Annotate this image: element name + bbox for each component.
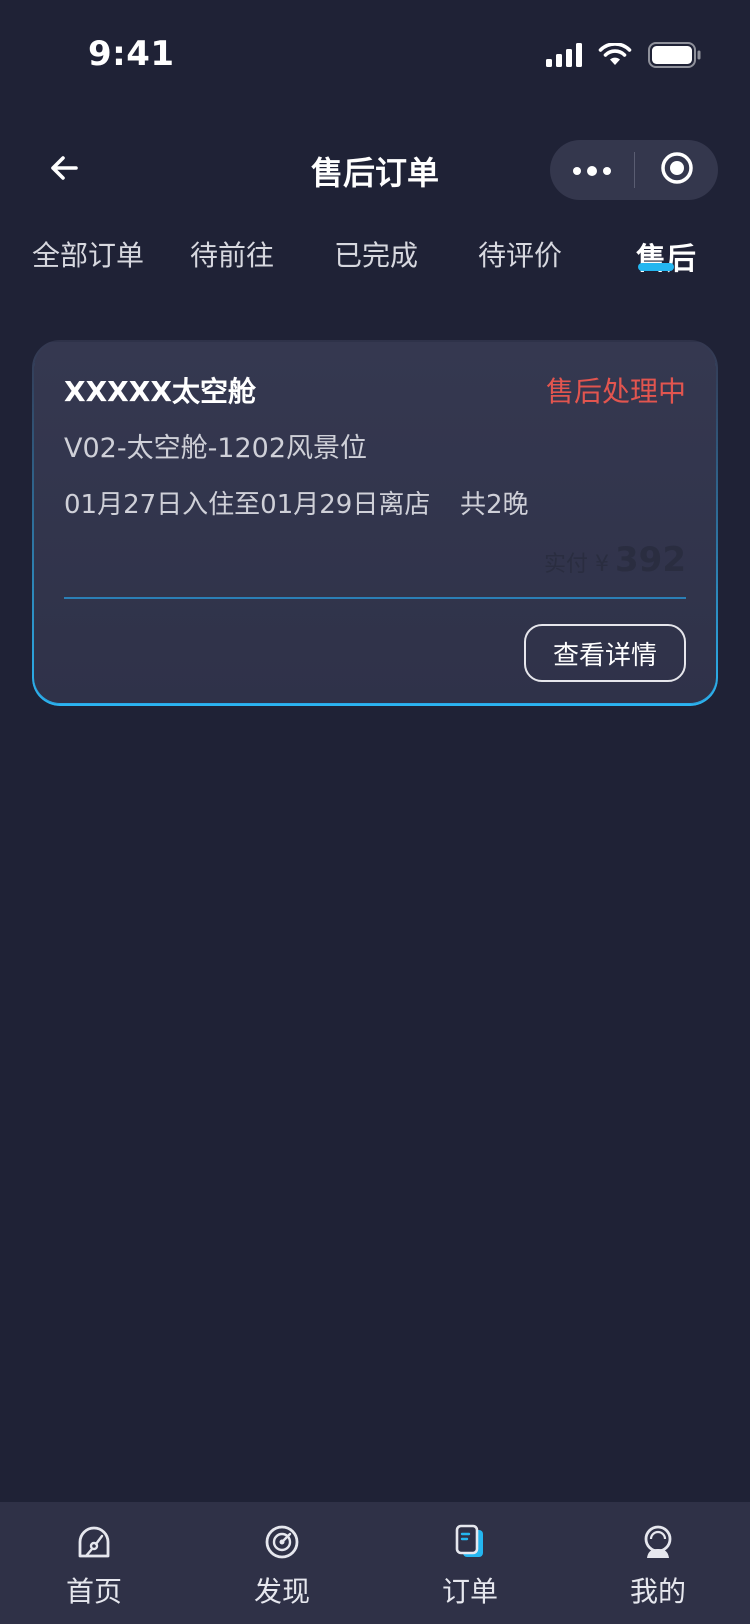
stay-nights: 共2晚 <box>460 490 529 520</box>
stay-dates: 01月27日入住至01月29日离店 <box>64 490 431 520</box>
tabbar-label-profile: 我的 <box>629 1575 686 1608</box>
status-bar: 9:41 <box>0 0 750 120</box>
tabbar-item-discover[interactable]: 发现 <box>222 1522 342 1610</box>
miniprogram-capsule <box>550 140 718 200</box>
room-name: V02-太空舱-1202风景位 <box>64 433 368 464</box>
order-tabs: 全部订单 待前往 已完成 待评价 售后 <box>0 230 750 294</box>
close-miniprogram-button[interactable] <box>635 140 718 200</box>
active-tab-indicator <box>638 263 674 271</box>
tabbar-label-home: 首页 <box>65 1575 122 1608</box>
wifi-icon <box>598 42 632 71</box>
status-time: 9:41 <box>88 34 175 74</box>
price-value: 392 <box>615 540 686 580</box>
tabbar-item-orders[interactable]: 订单 <box>410 1522 530 1610</box>
view-details-button[interactable]: 查看详情 <box>524 624 686 682</box>
battery-icon <box>648 42 702 72</box>
order-document-icon <box>450 1522 490 1562</box>
cellular-signal-icon <box>546 43 582 71</box>
more-dots-icon <box>572 161 612 180</box>
tab-completed[interactable]: 已完成 <box>334 234 418 274</box>
shop-name: XXXXX太空舱 <box>64 375 256 408</box>
tabbar-item-home[interactable]: 首页 <box>34 1522 154 1610</box>
tab-all-orders[interactable]: 全部订单 <box>32 234 144 274</box>
tabbar-label-orders: 订单 <box>441 1575 498 1608</box>
discover-radar-icon <box>262 1522 302 1562</box>
home-dashboard-icon <box>74 1522 114 1562</box>
order-status-badge: 售后处理中 <box>545 375 686 408</box>
target-circle-icon <box>660 151 694 189</box>
tabbar-item-profile[interactable]: 我的 <box>598 1522 718 1610</box>
bottom-tab-bar: 首页 发现 订单 我的 <box>0 1502 750 1624</box>
tabbar-label-discover: 发现 <box>253 1575 310 1608</box>
tab-pending-review[interactable]: 待评价 <box>478 234 562 274</box>
profile-astronaut-icon <box>638 1522 678 1562</box>
more-button[interactable] <box>550 140 634 200</box>
nav-bar: 售后订单 <box>0 130 750 210</box>
tab-after-sales[interactable]: 售后 <box>636 234 696 278</box>
status-icons <box>546 42 702 72</box>
price-row: 实付 ¥ 392 <box>544 540 686 580</box>
order-card[interactable]: XXXXX太空舱 售后处理中 V02-太空舱-1202风景位 01月27日入住至… <box>32 340 718 706</box>
tab-pending-visit[interactable]: 待前往 <box>190 234 274 274</box>
price-label: 实付 ¥ <box>544 552 610 577</box>
screen: 9:41 售后订单 全部订单 待前往 已完成 待评价 售后 XXXXX太空舱 售… <box>0 0 750 1624</box>
card-divider <box>64 597 686 599</box>
